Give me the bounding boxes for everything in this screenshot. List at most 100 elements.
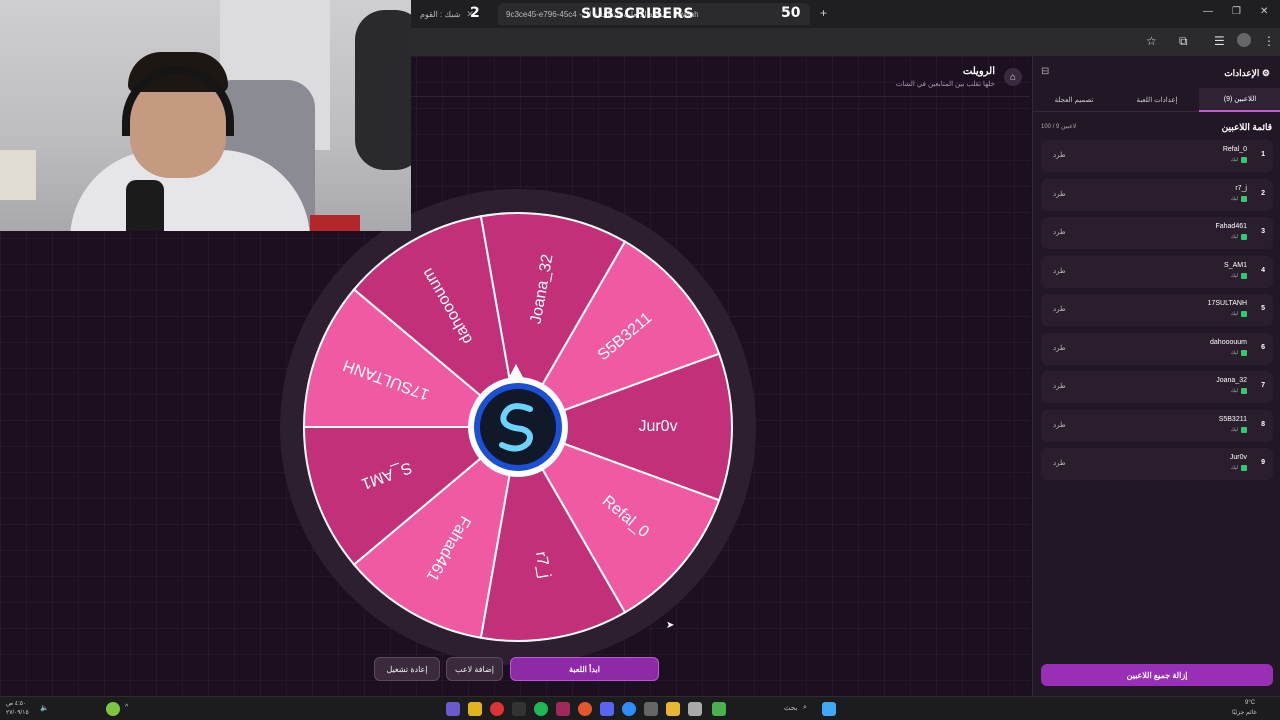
kick-player-button[interactable]: طرد	[1053, 190, 1066, 198]
profile-avatar[interactable]	[1237, 33, 1251, 47]
taskbar-date: ٢٧/٠٩/١٥	[6, 710, 29, 716]
gear-icon: ⚙	[1261, 68, 1270, 78]
webcam-microphone	[126, 180, 164, 231]
home-icon[interactable]: ⌂	[1004, 68, 1022, 86]
store-icon[interactable]	[644, 702, 658, 716]
online-status-icon	[1241, 311, 1247, 317]
search-icon[interactable]: ⌕	[803, 704, 807, 712]
player-name: Refal_0	[1222, 146, 1247, 153]
add-player-button[interactable]: إضافة لاعب	[446, 657, 503, 681]
roulette-wheel[interactable]: Joana_32 S5B3211 Jur0v Refal_0 r7_j Fahad461 S…	[278, 187, 758, 667]
kick-player-button[interactable]: طرد	[1053, 421, 1066, 429]
subscriber-overlay-right-count: 50	[781, 5, 801, 21]
webcam-overlay	[0, 0, 411, 231]
windows-start-icon[interactable]	[822, 702, 836, 716]
weather-temp: 9°C	[1245, 700, 1256, 706]
taskbar-app-1-icon[interactable]	[446, 702, 460, 716]
player-list-title: قائمة اللاعبين	[1221, 122, 1272, 132]
player-row: 1 Refal_0 ليك طرد	[1041, 140, 1273, 172]
header-divider	[410, 96, 1030, 97]
player-status: ليك	[1231, 311, 1247, 317]
reset-button[interactable]: إعادة تشغيل	[374, 657, 440, 681]
player-name: Fahad461	[1215, 223, 1247, 230]
subscriber-overlay-left-count: 2	[470, 5, 480, 21]
taskbar-app-2-icon[interactable]	[468, 702, 482, 716]
minimize-icon[interactable]: —	[1203, 6, 1213, 17]
tab-players[interactable]: اللاعبين (9)	[1199, 88, 1280, 112]
player-status: ليك	[1231, 234, 1247, 240]
player-row: 8 S5B3211 ليك طرد	[1041, 409, 1273, 442]
widgets-icon[interactable]	[712, 702, 726, 716]
page-subtitle: خلها تقلب بين المتابعين في الشات	[895, 81, 995, 88]
extensions-icon[interactable]: ⧉	[1179, 34, 1188, 49]
player-number: 1	[1261, 151, 1265, 158]
player-status: ليك	[1230, 349, 1247, 356]
player-row: 7 Joana_32 ليك طرد	[1041, 371, 1273, 403]
player-row: 9 Jur0v ليك طرد	[1041, 448, 1273, 480]
player-number: 6	[1261, 343, 1265, 351]
more-options-icon[interactable]: ⋮	[1263, 34, 1275, 48]
player-name: 17SULTANH	[1207, 300, 1247, 307]
player-status-label: ليك	[1230, 234, 1238, 240]
player-number: 9	[1261, 459, 1265, 466]
kick-player-button[interactable]: طرد	[1053, 382, 1066, 390]
player-number: 5	[1261, 305, 1265, 312]
file-explorer-icon[interactable]	[666, 702, 680, 716]
player-status-label: ليك	[1230, 157, 1238, 163]
settings-sidebar: ⊟ الإعدادات ⚙ اللاعبين (9) إعدادات اللعب…	[1032, 56, 1280, 696]
kick-player-button[interactable]: طرد	[1053, 344, 1066, 352]
taskbar-app-4-icon[interactable]	[512, 702, 526, 716]
tab-game-settings[interactable]: إعدادات اللعبة	[1115, 88, 1199, 112]
player-number: 7	[1261, 382, 1265, 389]
remove-all-players-button[interactable]: إزالة جميع اللاعبين	[1041, 664, 1273, 686]
taskview-icon[interactable]	[688, 702, 702, 716]
chrome-icon[interactable]	[578, 702, 592, 716]
tab-wheel-design[interactable]: تصميم العجلة	[1033, 88, 1115, 112]
online-status-icon	[1241, 426, 1247, 433]
taskbar-app-6-icon[interactable]	[556, 702, 570, 716]
spotify-icon[interactable]	[534, 702, 548, 716]
tray-app-icon[interactable]	[106, 702, 120, 716]
menu-list-icon[interactable]: ☰	[1214, 34, 1225, 48]
start-game-button[interactable]: ابدأ اللعبة	[510, 657, 659, 681]
player-status-label: ليك	[1230, 195, 1238, 202]
player-status-label: ليك	[1230, 426, 1238, 433]
player-status-label: ليك	[1230, 349, 1238, 356]
online-status-icon	[1241, 234, 1247, 240]
sidebar-tabs: اللاعبين (9) إعدادات اللعبة تصميم العجلة	[1033, 88, 1280, 112]
kick-player-button[interactable]: طرد	[1053, 151, 1066, 159]
taskbar-search-label[interactable]: بحث	[784, 704, 797, 712]
kick-player-button[interactable]: طرد	[1053, 459, 1066, 467]
close-window-icon[interactable]: ✕	[1260, 6, 1268, 17]
player-count: 100 / 9 لاعبين	[1041, 124, 1077, 130]
edge-icon[interactable]	[622, 702, 636, 716]
new-tab-icon[interactable]: +	[820, 6, 827, 20]
taskbar-app-3-icon[interactable]	[490, 702, 504, 716]
player-status-label: ليك	[1230, 388, 1238, 394]
tray-chevron-icon[interactable]: ^	[125, 704, 128, 711]
maximize-icon[interactable]: ❐	[1232, 6, 1241, 17]
player-status: ليك	[1231, 157, 1247, 163]
kick-player-button[interactable]: طرد	[1053, 267, 1066, 275]
player-row: 4 S_AM1 ليك طرد	[1041, 255, 1273, 288]
player-number: 4	[1261, 266, 1265, 274]
sidebar-title-label: الإعدادات	[1224, 68, 1260, 78]
player-status: ليك	[1230, 195, 1247, 202]
kick-player-button[interactable]: طرد	[1053, 228, 1066, 236]
kick-player-button[interactable]: طرد	[1053, 305, 1066, 313]
subscriber-overlay-label: SUBSCRIBERS	[581, 6, 694, 22]
player-status: ليك	[1230, 272, 1247, 279]
player-name: r7_j	[1235, 184, 1247, 192]
player-status-label: ليك	[1230, 272, 1238, 279]
webcam-red-object	[310, 215, 360, 231]
online-status-icon	[1241, 272, 1247, 279]
player-row: 2 r7_j ليك طرد	[1041, 178, 1273, 211]
discord-icon[interactable]	[600, 702, 614, 716]
star-icon[interactable]: ☆	[1146, 34, 1157, 48]
wheel-svg: Joana_32S5B3211Jur0vRefal_0r7_jFahad461S…	[280, 189, 756, 665]
player-status: ليك	[1231, 388, 1247, 394]
collapse-sidebar-icon[interactable]: ⊟	[1041, 66, 1049, 77]
online-status-icon	[1241, 388, 1247, 394]
player-status-label: ليك	[1230, 311, 1238, 317]
speaker-icon[interactable]: 🔈	[40, 704, 49, 712]
